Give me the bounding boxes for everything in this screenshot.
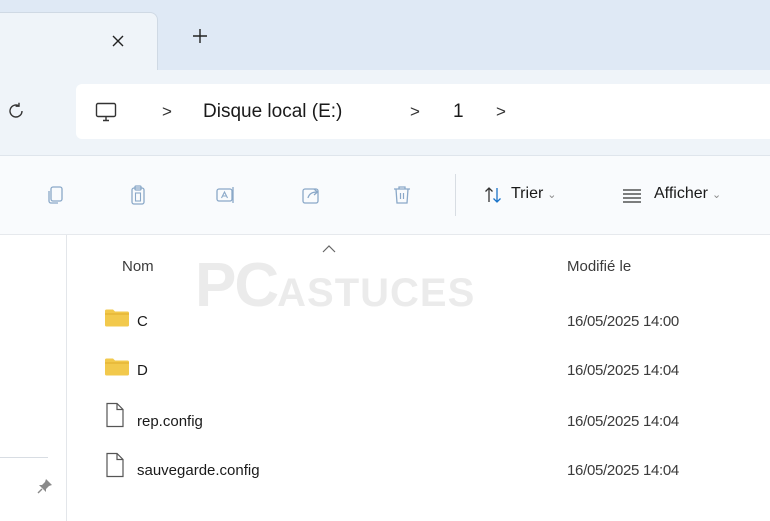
- refresh-icon[interactable]: [6, 101, 26, 121]
- file-date: 16/05/2025 14:04: [567, 462, 679, 479]
- chevron-down-icon: ⌄: [547, 189, 557, 201]
- file-date: 16/05/2025 14:04: [567, 362, 679, 379]
- file-name: rep.config: [137, 413, 203, 430]
- address-bar[interactable]: > Disque local (E:) > 1 >: [76, 84, 770, 139]
- file-name: D: [137, 362, 148, 379]
- delete-icon[interactable]: [390, 183, 414, 207]
- new-tab-icon[interactable]: [190, 26, 210, 46]
- address-row: > Disque local (E:) > 1 >: [0, 70, 770, 156]
- share-icon[interactable]: [300, 183, 324, 207]
- command-bar: Trier ⌄ Afficher ⌄: [0, 156, 770, 235]
- file-name: sauvegarde.config: [137, 462, 260, 479]
- tab-strip: [0, 0, 770, 71]
- rename-icon[interactable]: [214, 183, 238, 207]
- breadcrumb-chevron-icon[interactable]: >: [162, 102, 172, 122]
- chevron-down-icon: ⌄: [711, 189, 722, 201]
- breadcrumb-disque-local[interactable]: Disque local (E:): [203, 100, 342, 124]
- sort-ascending-icon: [322, 245, 336, 253]
- copy-icon[interactable]: [126, 183, 150, 207]
- pin-icon[interactable]: [36, 477, 54, 495]
- breadcrumb-folder-1[interactable]: 1: [453, 100, 464, 124]
- nav-divider: [0, 457, 48, 458]
- sort-icon: [485, 187, 501, 203]
- file-date: 16/05/2025 14:00: [567, 313, 679, 330]
- active-tab[interactable]: [0, 12, 158, 71]
- file-name: C: [137, 313, 148, 330]
- file-icon: [106, 452, 124, 478]
- command-separator: [455, 174, 456, 216]
- folder-icon: [105, 358, 129, 376]
- folder-icon: [105, 309, 129, 327]
- file-date: 16/05/2025 14:04: [567, 413, 679, 430]
- view-icon: [623, 189, 641, 203]
- pcastuces-watermark: PCASTUCES: [195, 251, 476, 320]
- this-pc-icon[interactable]: [94, 100, 118, 124]
- new-icon[interactable]: [44, 183, 68, 207]
- column-header-name[interactable]: Nom: [122, 258, 154, 275]
- breadcrumb-chevron-icon[interactable]: >: [410, 102, 420, 122]
- navigation-pane[interactable]: [0, 235, 67, 521]
- file-icon: [106, 402, 124, 428]
- column-header-modified[interactable]: Modifié le: [567, 258, 631, 275]
- view-label: Afficher: [654, 185, 708, 202]
- sort-label: Trier: [511, 185, 544, 202]
- breadcrumb-chevron-icon[interactable]: >: [496, 102, 506, 122]
- close-tab-icon[interactable]: [108, 31, 128, 51]
